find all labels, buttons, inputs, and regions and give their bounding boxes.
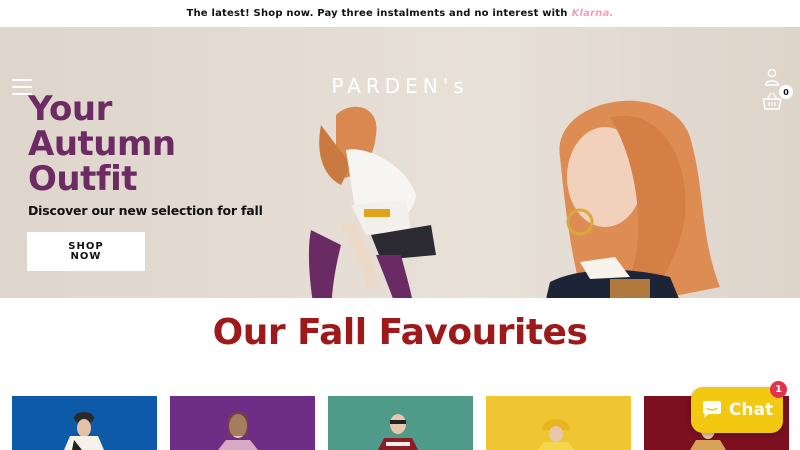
section-title: Our Fall Favourites (212, 312, 588, 353)
shop-now-button[interactable]: SHOP NOW (27, 232, 145, 271)
chat-button[interactable]: Chat (691, 387, 783, 433)
hero-model-right-image (546, 100, 720, 298)
klarna-link[interactable]: Klarna. (572, 8, 614, 19)
hero-title-line: Autumn (28, 124, 176, 164)
product-image (486, 396, 631, 450)
hero-title-line: Your (28, 89, 112, 129)
product-image (170, 396, 315, 450)
hero-model-left-image (308, 106, 436, 298)
hero-banner[interactable]: PARDEN's 0 Your Autumn Outfit Discover o… (0, 27, 800, 298)
product-image (328, 396, 473, 450)
chat-unread-badge: 1 (770, 381, 787, 398)
chat-bubble-icon (702, 401, 721, 418)
product-card[interactable] (170, 396, 315, 450)
chat-label: Chat (728, 400, 774, 420)
hero-title: Your Autumn Outfit (28, 92, 288, 197)
product-image (12, 396, 157, 450)
cart-count-badge: 0 (779, 85, 793, 99)
product-grid (12, 396, 800, 450)
announcement-bar: The latest! Shop now. Pay three instalme… (0, 0, 800, 27)
shop-now-label-line1: SHOP (68, 240, 104, 252)
user-icon[interactable] (764, 68, 780, 86)
hero-subtitle: Discover our new selection for fall (28, 203, 263, 218)
shop-now-label-line2: NOW (70, 250, 102, 262)
product-card[interactable] (12, 396, 157, 450)
announcement-text: The latest! Shop now. Pay three instalme… (186, 8, 568, 19)
hero-title-line: Outfit (28, 159, 138, 199)
product-card[interactable] (328, 396, 473, 450)
product-card[interactable] (486, 396, 631, 450)
